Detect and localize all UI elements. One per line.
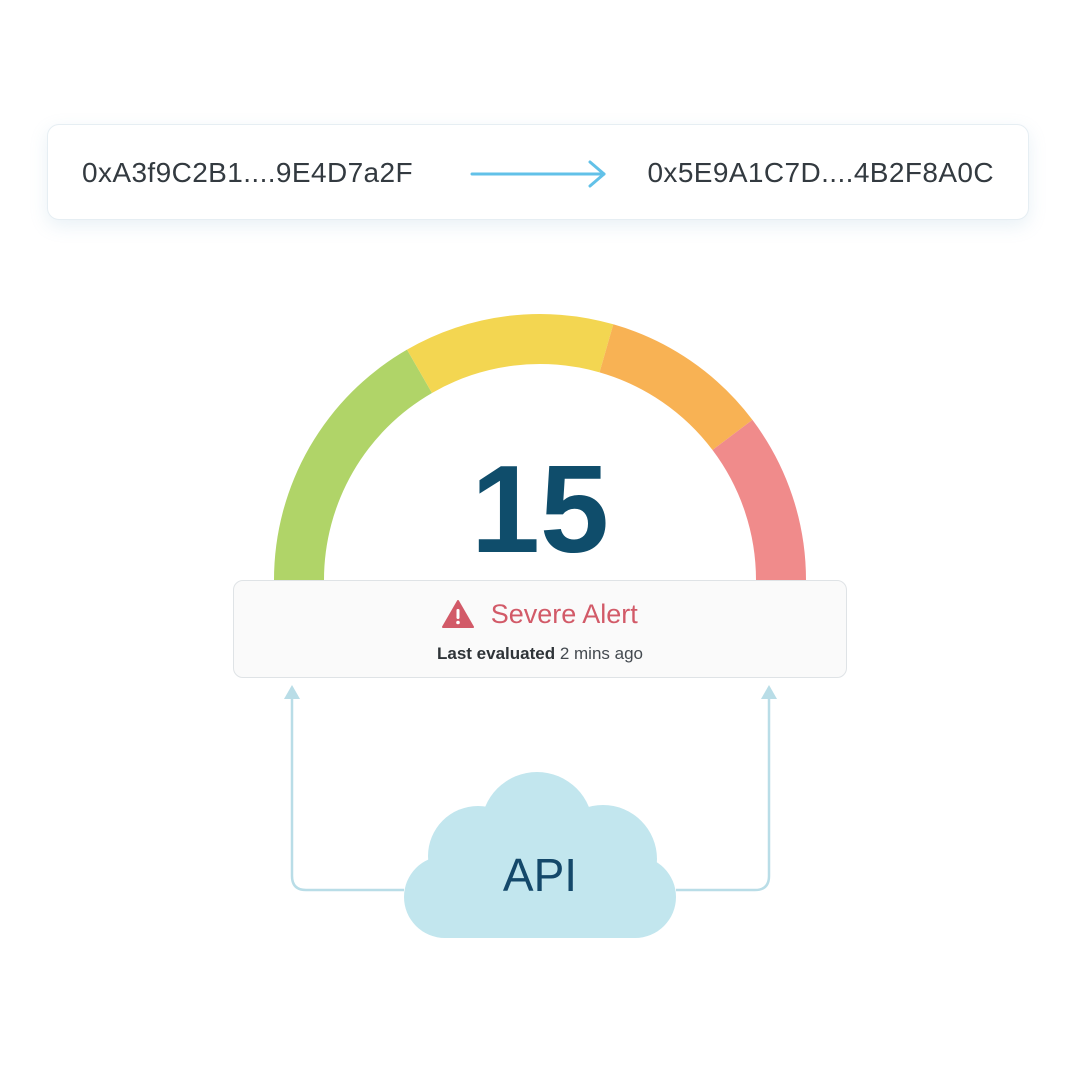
- api-connector-left-arrowhead: [284, 685, 300, 699]
- warning-triangle-icon: [442, 600, 475, 628]
- api-label: API: [502, 849, 578, 901]
- last-evaluated-value: 2 mins ago: [559, 644, 643, 663]
- api-connector-left: [290, 694, 404, 892]
- alert-card: Severe Alert Last evaluated 2 mins ago: [233, 580, 847, 678]
- last-evaluated: Last evaluated 2 mins ago: [234, 643, 846, 665]
- risk-score: 15: [471, 441, 609, 579]
- api-connector-right: [676, 694, 771, 892]
- gauge-segment-3: [599, 324, 753, 451]
- alert-title: Severe Alert: [490, 599, 638, 629]
- gauge-segment-2: [407, 314, 614, 393]
- alert-title-row: Severe Alert: [234, 597, 846, 631]
- last-evaluated-label: Last evaluated: [436, 644, 556, 663]
- api-connector-right-arrowhead: [761, 685, 777, 699]
